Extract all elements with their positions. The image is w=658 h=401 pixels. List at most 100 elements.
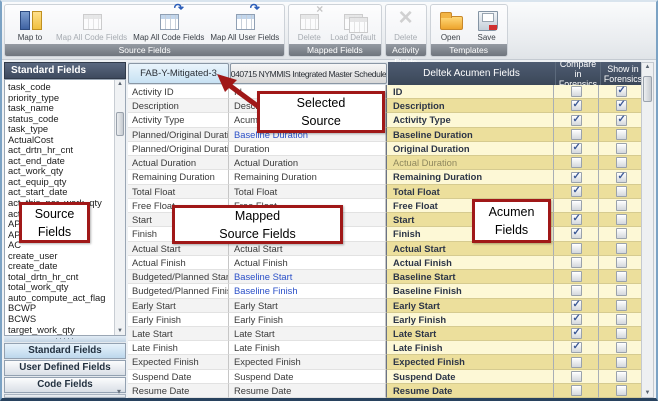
source-field-cell[interactable]: Description xyxy=(128,99,229,113)
table-scrollbar[interactable]: ▲ ▼ xyxy=(641,62,654,398)
mapped-field-cell[interactable]: Duration xyxy=(229,142,386,156)
show-checkbox[interactable] xyxy=(616,285,627,296)
compare-checkbox[interactable] xyxy=(571,285,582,296)
show-checkbox[interactable] xyxy=(616,357,627,368)
compare-checkbox[interactable] xyxy=(571,271,582,282)
mapped-field-cell[interactable]: Actual Duration xyxy=(229,156,386,170)
source-field-cell[interactable]: Activity ID xyxy=(128,85,229,99)
show-checkbox[interactable] xyxy=(616,300,627,311)
show-checkbox[interactable] xyxy=(616,115,627,126)
compare-checkbox[interactable] xyxy=(571,172,582,183)
source-field-item[interactable]: BCWS xyxy=(8,314,112,325)
compare-checkbox[interactable] xyxy=(571,243,582,254)
compare-checkbox[interactable] xyxy=(571,328,582,339)
compare-checkbox[interactable] xyxy=(571,100,582,111)
scroll-down-icon[interactable]: ▼ xyxy=(115,328,125,334)
source-field-item[interactable]: task_code xyxy=(8,82,112,93)
scroll-up-icon[interactable]: ▲ xyxy=(642,64,653,70)
source-field-cell[interactable]: Early Finish xyxy=(128,313,229,327)
compare-checkbox[interactable] xyxy=(571,143,582,154)
acumen-field-cell: Actual Start xyxy=(386,242,553,256)
ribbon-button[interactable]: Open xyxy=(433,6,469,44)
compare-checkbox[interactable] xyxy=(571,342,582,353)
mapped-field-cell[interactable]: Remaining Duration xyxy=(229,170,386,184)
mapped-field-cell[interactable]: Actual Finish xyxy=(229,256,386,270)
compare-checkbox[interactable] xyxy=(571,115,582,126)
show-checkbox[interactable] xyxy=(616,328,627,339)
compare-checkbox[interactable] xyxy=(571,157,582,168)
compare-checkbox[interactable] xyxy=(571,371,582,382)
scrollbar-thumb[interactable] xyxy=(116,112,124,136)
show-checkbox[interactable] xyxy=(616,228,627,239)
compare-checkbox[interactable] xyxy=(571,186,582,197)
splitter-handle[interactable]: ····· xyxy=(4,336,126,342)
mapped-field-cell[interactable]: Late Start xyxy=(229,327,386,341)
show-checkbox[interactable] xyxy=(616,342,627,353)
show-checkbox[interactable] xyxy=(616,100,627,111)
mapped-field-cell[interactable]: Expected Finish xyxy=(229,355,386,369)
ribbon-button[interactable]: Save xyxy=(469,6,505,44)
mapped-field-cell[interactable]: Baseline Finish xyxy=(229,284,386,298)
source-field-cell[interactable]: Actual Duration xyxy=(128,156,229,170)
show-checkbox[interactable] xyxy=(616,257,627,268)
source-field-cell[interactable]: Activity Type xyxy=(128,113,229,127)
compare-checkbox[interactable] xyxy=(571,129,582,140)
compare-checkbox[interactable] xyxy=(571,385,582,396)
show-checkbox[interactable] xyxy=(616,157,627,168)
tab-overflow-area[interactable] xyxy=(4,394,126,398)
compare-checkbox[interactable] xyxy=(571,228,582,239)
show-checkbox[interactable] xyxy=(616,86,627,97)
show-checkbox[interactable] xyxy=(616,143,627,154)
mapped-field-cell[interactable]: Suspend Date xyxy=(229,370,386,384)
mapped-field-cell[interactable]: Late Finish xyxy=(229,341,386,355)
sidebar-tab[interactable]: User Defined Fields xyxy=(4,360,126,376)
show-checkbox[interactable] xyxy=(616,385,627,396)
mapped-field-cell[interactable]: Resume Date xyxy=(229,384,386,398)
source-field-cell[interactable]: Total Float xyxy=(128,185,229,199)
compare-checkbox[interactable] xyxy=(571,214,582,225)
show-checkbox-cell xyxy=(598,227,643,241)
show-checkbox[interactable] xyxy=(616,314,627,325)
scrollbar-thumb[interactable] xyxy=(643,76,652,102)
show-checkbox[interactable] xyxy=(616,371,627,382)
source-field-cell[interactable]: Suspend Date xyxy=(128,370,229,384)
show-checkbox[interactable] xyxy=(616,129,627,140)
sidebar-scrollbar[interactable]: ▲ ▼ xyxy=(114,80,125,335)
show-checkbox[interactable] xyxy=(616,172,627,183)
sidebar-tab[interactable]: Standard Fields xyxy=(4,343,126,359)
source-field-cell[interactable]: Planned/Original Duration xyxy=(128,128,229,142)
mapped-field-cell[interactable]: Baseline Start xyxy=(229,270,386,284)
ribbon-button[interactable]: Delete xyxy=(291,6,327,44)
scroll-up-icon[interactable]: ▲ xyxy=(115,81,125,87)
mapped-field-cell[interactable]: Total Float xyxy=(229,185,386,199)
source-field-cell[interactable]: Late Finish xyxy=(128,341,229,355)
mapped-field-cell[interactable]: Early Finish xyxy=(229,313,386,327)
compare-checkbox[interactable] xyxy=(571,200,582,211)
source-field-cell[interactable]: Resume Date xyxy=(128,384,229,398)
compare-checkbox[interactable] xyxy=(571,86,582,97)
ribbon-button[interactable]: Delete xyxy=(388,6,424,44)
table-row: Budgeted/Planned Start Baseline Start Ba… xyxy=(128,270,645,284)
scroll-down-icon[interactable]: ▼ xyxy=(642,390,653,396)
source-field-cell[interactable]: Remaining Duration xyxy=(128,170,229,184)
show-checkbox-cell xyxy=(598,313,643,327)
show-checkbox[interactable] xyxy=(616,271,627,282)
source-field-cell[interactable]: Late Start xyxy=(128,327,229,341)
compare-checkbox[interactable] xyxy=(571,314,582,325)
compare-checkbox[interactable] xyxy=(571,300,582,311)
show-checkbox[interactable] xyxy=(616,200,627,211)
sidebar-tab[interactable]: Code Fields xyxy=(4,377,126,393)
source-field-cell[interactable]: Budgeted/Planned Finish xyxy=(128,284,229,298)
source-field-cell[interactable]: Early Start xyxy=(128,299,229,313)
source-field-cell[interactable]: Expected Finish xyxy=(128,355,229,369)
selected-source-header[interactable]: FAB-Y-Mitigated-3 xyxy=(128,63,229,84)
source-field-cell[interactable]: Planned/Original Duration xyxy=(128,142,229,156)
mapped-field-cell[interactable]: Early Start xyxy=(229,299,386,313)
show-checkbox[interactable] xyxy=(616,243,627,254)
source-field-cell[interactable]: Budgeted/Planned Start xyxy=(128,270,229,284)
show-checkbox[interactable] xyxy=(616,186,627,197)
show-checkbox[interactable] xyxy=(616,214,627,225)
source-field-cell[interactable]: Actual Finish xyxy=(128,256,229,270)
compare-checkbox[interactable] xyxy=(571,357,582,368)
compare-checkbox[interactable] xyxy=(571,257,582,268)
